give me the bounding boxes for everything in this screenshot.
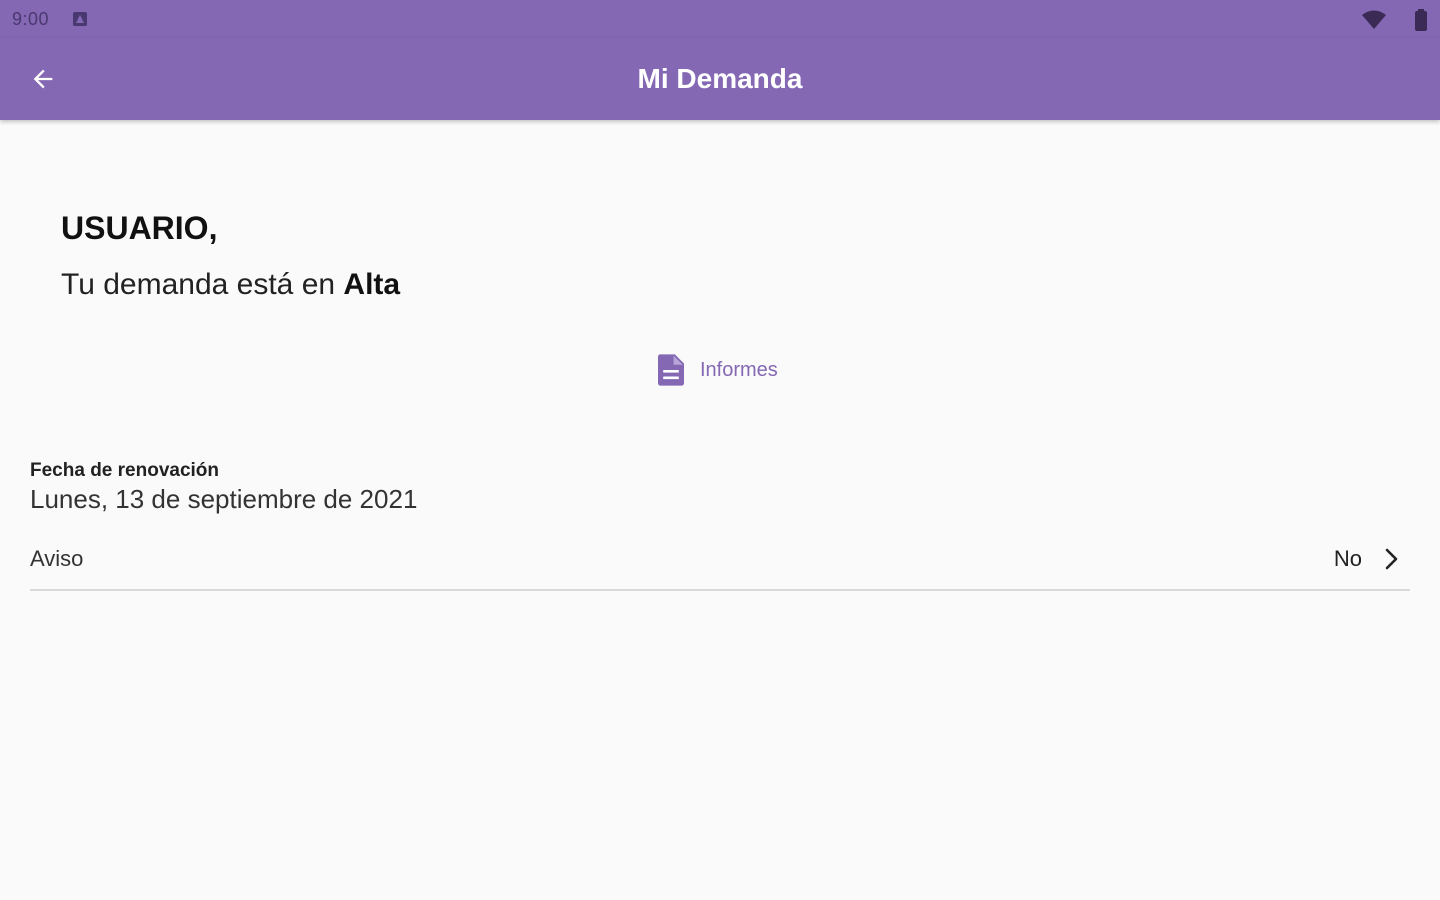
back-button[interactable] (22, 58, 64, 100)
informes-button[interactable]: Informes (652, 348, 784, 392)
status-prefix: Tu demanda está en (61, 268, 344, 301)
arrow-back-icon (33, 69, 53, 89)
renewal-date-value: Lunes, 13 de septiembre de 2021 (30, 484, 418, 514)
app-screen: 9:00 Mi Demanda USUARIO, Tu demanda está… (0, 0, 1440, 900)
notification-icon (73, 12, 87, 26)
chevron-right-icon (1385, 548, 1398, 570)
user-greeting: USUARIO, (61, 210, 218, 246)
document-icon (658, 354, 684, 386)
informes-label: Informes (700, 358, 778, 381)
aviso-label: Aviso (30, 546, 84, 571)
demand-status-text: Tu demanda está en Alta (61, 268, 400, 302)
app-bar: Mi Demanda (0, 38, 1440, 120)
status-value: Alta (343, 268, 401, 301)
aviso-row[interactable]: Aviso No (30, 530, 1410, 591)
status-bar: 9:00 (0, 0, 1440, 38)
battery-icon (1415, 9, 1427, 31)
page-title: Mi Demanda (637, 63, 803, 94)
wifi-icon (1362, 10, 1386, 29)
aviso-value: No (1333, 546, 1362, 571)
renewal-date-label: Fecha de renovación (30, 460, 220, 481)
status-time: 9:00 (12, 9, 50, 29)
